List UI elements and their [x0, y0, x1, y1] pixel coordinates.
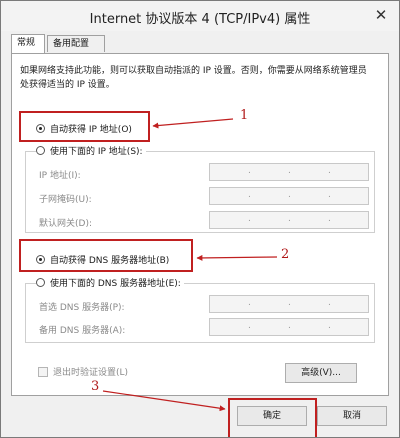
arrow-3 [102, 390, 226, 412]
tcpip-properties-dialog: Internet 协议版本 4 (TCP/IPv4) 属性 ✕ 常规 备用配置 … [0, 0, 400, 438]
annotation-number-2: 2 [281, 247, 290, 262]
annotation-number-3: 3 [91, 379, 100, 394]
tab-general[interactable]: 常规 [11, 34, 45, 53]
arrow-2 [196, 254, 278, 261]
annotation-number-1: 1 [240, 108, 249, 123]
arrow-1 [152, 118, 234, 129]
annotation-arrows [102, 118, 278, 412]
